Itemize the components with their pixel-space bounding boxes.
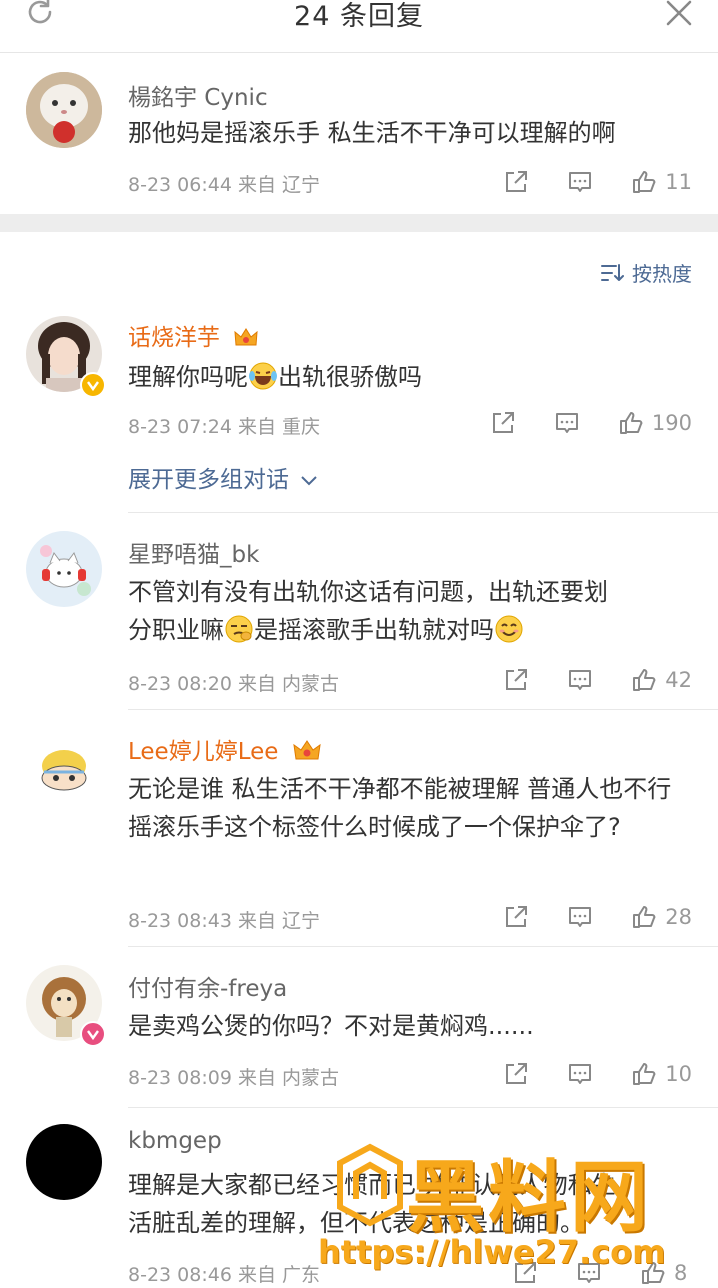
comment-meta: 8-23 08:09 来自 内蒙古: [128, 1067, 339, 1089]
chevron-down-icon: [301, 476, 318, 486]
comment-text-line: 活脏乱差的理解，但不代表这种是正确的。: [128, 1209, 584, 1237]
expand-label: 展开更多组对话: [128, 467, 289, 493]
comment-text: 理解是大家都已经习惯而已 并非认同人物私生 活脏乱差的理解，但不代表这种是正确的…: [128, 1166, 694, 1242]
reply-item: kbmgep 理解是大家都已经习惯而已 并非认同人物私生 活脏乱差的理解，但不代…: [0, 1108, 718, 1286]
comment-icon[interactable]: [567, 1061, 593, 1087]
commenter-name-text: Lee婷儿婷Lee: [128, 739, 279, 765]
commenter-name[interactable]: Lee婷儿婷Lee: [128, 732, 322, 766]
section-divider: [0, 214, 718, 232]
share-icon[interactable]: [503, 1061, 529, 1087]
comment-meta: 8-23 08:46 来自 广东: [128, 1264, 320, 1286]
like-count: 8: [674, 1261, 688, 1285]
comment-icon[interactable]: [567, 169, 593, 195]
comment-icon[interactable]: [567, 667, 593, 693]
avatar[interactable]: [26, 72, 102, 148]
laughing-tears-emoji-icon: [249, 362, 277, 390]
reply-item: 付付有余-freya 是卖鸡公煲的你吗？不对是黄焖鸡...... 8-23 08…: [0, 947, 718, 1107]
comment-actions: 28: [503, 902, 692, 932]
like-count: 28: [665, 905, 692, 929]
comment-actions: 8: [512, 1258, 692, 1288]
like-icon[interactable]: [631, 904, 657, 930]
share-icon[interactable]: [512, 1260, 538, 1286]
like-count: 42: [665, 668, 692, 692]
like-icon[interactable]: [631, 667, 657, 693]
share-icon[interactable]: [503, 667, 529, 693]
comment-icon[interactable]: [567, 904, 593, 930]
comment-meta: 8-23 07:24 来自 重庆: [128, 416, 320, 438]
comment-meta: 8-23 08:43 来自 辽宁: [128, 910, 320, 932]
comment-text: 那他妈是摇滚乐手 私生活不干净可以理解的啊: [128, 119, 616, 147]
smile-emoji-icon: [495, 615, 523, 643]
reply-item: 话烧洋芋 理解你吗呢 出轨很骄傲吗 8-23 07:24 来自 重庆 190: [0, 300, 718, 512]
commenter-name-text: 话烧洋芋: [128, 325, 220, 351]
comment-text-line: 不管刘有没有出轨你这话有问题，出轨还要划: [128, 578, 608, 606]
reply-item: Lee婷儿婷Lee 无论是谁 私生活不干净都不能被理解 普通人也不行 摇滚乐手这…: [0, 710, 718, 946]
like-icon[interactable]: [618, 410, 644, 436]
commenter-name[interactable]: 星野唔猫_bk: [128, 535, 259, 569]
comment-actions: 10: [503, 1059, 692, 1089]
crown-badge-icon: [234, 328, 258, 346]
sort-toggle[interactable]: 按热度: [600, 258, 692, 287]
page-title: 24 条回复: [294, 1, 424, 32]
expand-conversation-link[interactable]: 展开更多组对话: [128, 460, 318, 494]
close-icon[interactable]: [666, 0, 692, 26]
comment-actions: 190: [490, 408, 692, 438]
commenter-name[interactable]: 楊銘宇 Cynic: [128, 78, 268, 112]
share-icon[interactable]: [503, 169, 529, 195]
comment-meta: 8-23 08:20 来自 内蒙古: [128, 673, 339, 695]
avatar[interactable]: [26, 531, 102, 607]
share-icon[interactable]: [490, 410, 516, 436]
like-count: 11: [665, 170, 692, 194]
comment-icon[interactable]: [554, 410, 580, 436]
like-icon[interactable]: [631, 169, 657, 195]
reply-item: 星野唔猫_bk 不管刘有没有出轨你这话有问题，出轨还要划 分职业嘛 是摇滚歌手出…: [0, 513, 718, 709]
comment-icon[interactable]: [576, 1260, 602, 1286]
verified-badge-icon: [80, 1021, 106, 1047]
sort-label: 按热度: [632, 262, 692, 286]
comment-text: 无论是谁 私生活不干净都不能被理解 普通人也不行 摇滚乐手这个标签什么时候成了一…: [128, 775, 672, 841]
root-comment: 楊銘宇 Cynic 那他妈是摇滚乐手 私生活不干净可以理解的啊 8-23 06:…: [0, 52, 718, 214]
like-count: 190: [651, 411, 692, 435]
commenter-name[interactable]: 付付有余-freya: [128, 969, 287, 1003]
comment-text: 理解你吗呢 出轨很骄傲吗: [128, 362, 422, 391]
avatar[interactable]: [26, 1124, 102, 1200]
share-icon[interactable]: [503, 904, 529, 930]
modal-header: 24 条回复: [0, 0, 718, 53]
comment-text: 不管刘有没有出轨你这话有问题，出轨还要划 分职业嘛 是摇滚歌手出轨就对吗: [128, 573, 694, 649]
comment-actions: 11: [503, 167, 692, 197]
crown-badge-icon: [293, 740, 321, 760]
comment-actions: 42: [503, 665, 692, 695]
commenter-name[interactable]: 话烧洋芋: [128, 318, 259, 352]
skeptical-emoji-icon: [225, 615, 253, 643]
avatar[interactable]: [26, 730, 102, 806]
like-icon[interactable]: [640, 1260, 666, 1286]
like-icon[interactable]: [631, 1061, 657, 1087]
comment-text-line: 理解是大家都已经习惯而已 并非认同人物私生: [128, 1171, 616, 1199]
verified-badge-icon: [80, 372, 106, 398]
comment-meta: 8-23 06:44 来自 辽宁: [128, 174, 320, 196]
like-count: 10: [665, 1062, 692, 1086]
comment-text: 是卖鸡公煲的你吗？不对是黄焖鸡......: [128, 1012, 534, 1040]
sort-icon: [601, 263, 624, 281]
commenter-name[interactable]: kbmgep: [128, 1128, 222, 1154]
